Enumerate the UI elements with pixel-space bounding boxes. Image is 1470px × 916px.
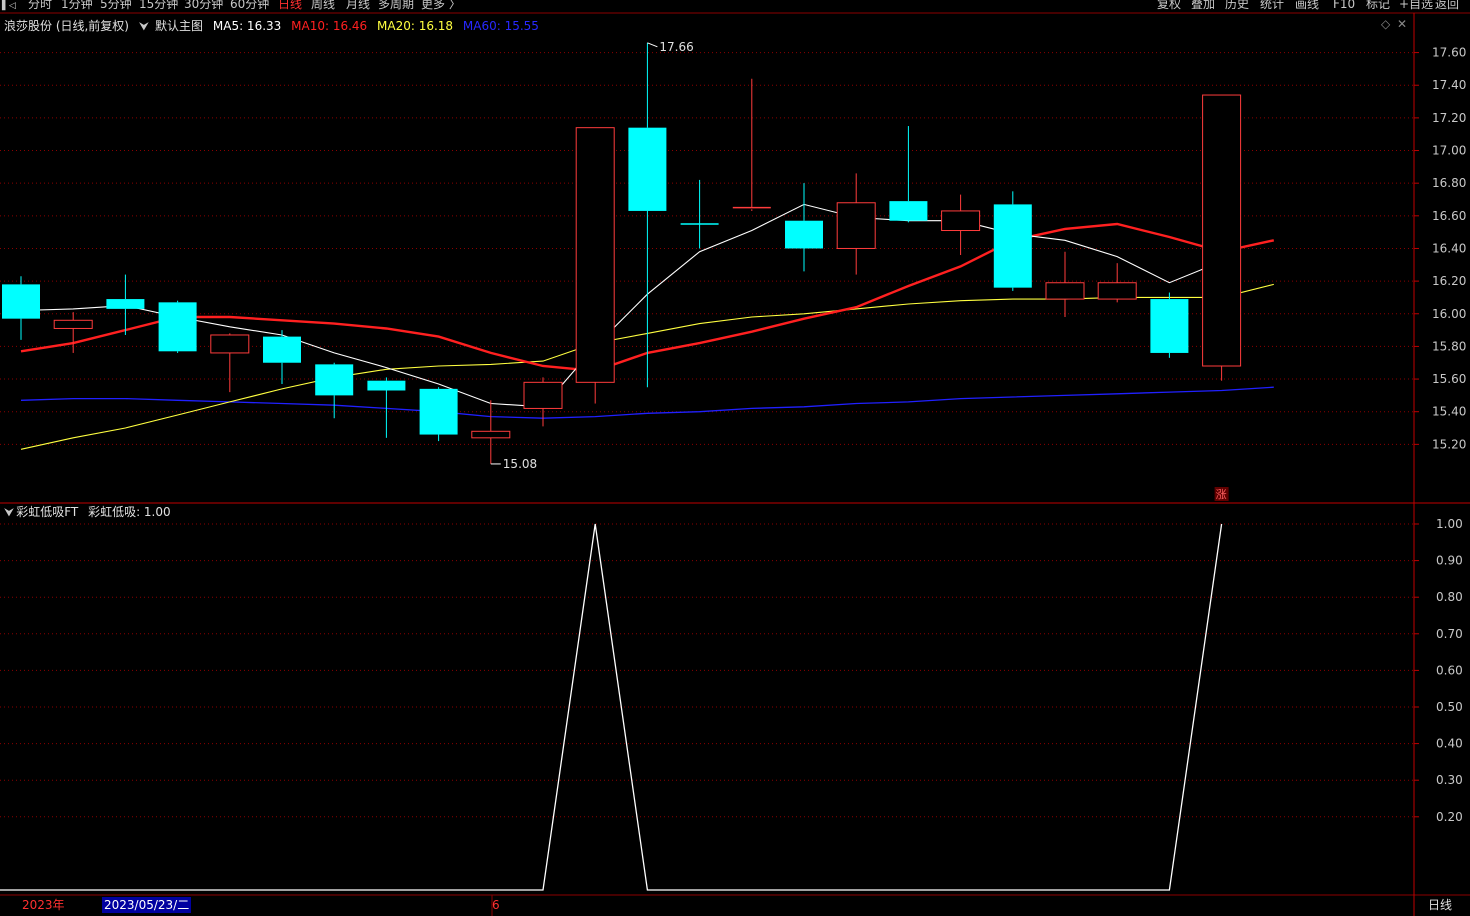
- candle-body-down: [889, 201, 928, 221]
- indicator-tick-label: 1.00: [1436, 517, 1463, 531]
- indicator-series: [0, 523, 1223, 891]
- candle-body-down: [419, 388, 458, 435]
- indicator-tick-label: 0.40: [1436, 737, 1463, 751]
- period-label[interactable]: 日线: [1428, 897, 1452, 913]
- price-tick-label: 15.20: [1432, 437, 1466, 451]
- month-mark-label: 6: [492, 898, 500, 912]
- indicator-tick-label: 0.90: [1436, 554, 1463, 568]
- candle-body-up: [941, 210, 981, 232]
- price-tick-label: 17.40: [1432, 78, 1466, 92]
- indicator-tick-label: 0.30: [1436, 773, 1463, 787]
- candle-body-down: [315, 364, 354, 396]
- candle-body-up: [1045, 282, 1085, 300]
- ma60-line: [20, 386, 1274, 419]
- price-tick-label: 15.80: [1432, 339, 1466, 353]
- indicator-tick-label: 0.70: [1436, 627, 1463, 641]
- chart-grid: [0, 12, 1470, 916]
- indicator-tick-label: 0.60: [1436, 663, 1463, 677]
- indicator-tick-label: 0.20: [1436, 810, 1463, 824]
- candle-body-up: [1097, 282, 1137, 300]
- chart-icons: ◇ ✕: [1381, 17, 1407, 31]
- candle-body-up: [1202, 94, 1242, 367]
- year-label: 2023年: [22, 898, 65, 912]
- high-arrow: [647, 42, 658, 48]
- price-tick-label: 16.60: [1432, 209, 1466, 223]
- candle-body-down: [263, 336, 301, 363]
- price-tick-label: 16.80: [1432, 176, 1466, 190]
- price-tick-label: 16.00: [1432, 307, 1466, 321]
- candle-body-up: [575, 127, 615, 383]
- candle-body-up: [836, 202, 876, 249]
- indicator-tick-label: 0.80: [1436, 590, 1463, 604]
- candle-body-down: [785, 220, 823, 249]
- candle-body-down: [106, 299, 145, 309]
- price-tick-label: 16.40: [1432, 241, 1466, 255]
- kline-chart[interactable]: 15.20 15.40 15.60 15.80 16.00 16.20 16.40 16.60…: [0, 0, 1470, 916]
- candle-body-up: [53, 319, 93, 329]
- diamond-icon: ◇: [1381, 17, 1391, 31]
- candle-body-down: [993, 204, 1032, 288]
- candle-body-down: [367, 380, 406, 391]
- indicator-tick-label: 0.50: [1436, 700, 1463, 714]
- price-axis: 15.20 15.40 15.60 15.80 16.00 16.20 16.40 16.60…: [1414, 46, 1466, 824]
- price-tick-label: 15.60: [1432, 372, 1466, 386]
- high-label: 17.66: [659, 40, 693, 54]
- candle-body-down: [158, 302, 197, 352]
- candle-body-down: [2, 284, 40, 319]
- close-icon: ✕: [1397, 17, 1407, 31]
- candle-body-down: [628, 127, 667, 211]
- low-label: 15.08: [503, 457, 537, 471]
- candle-body-down: [1150, 299, 1189, 353]
- candle-body-up: [523, 381, 563, 409]
- price-tick-label: 17.60: [1432, 46, 1466, 60]
- cursor-date-label: 2023/05/23/二: [102, 897, 192, 913]
- price-tick-label: 17.00: [1432, 144, 1466, 158]
- indicator-line: [0, 523, 1223, 891]
- candle-body-up: [471, 430, 511, 439]
- price-tick-label: 15.40: [1432, 405, 1466, 419]
- price-tick-label: 17.20: [1432, 111, 1466, 125]
- price-tick-label: 16.20: [1432, 274, 1466, 288]
- candle-body-up: [210, 334, 250, 354]
- limit-up-label: 涨: [1216, 488, 1227, 501]
